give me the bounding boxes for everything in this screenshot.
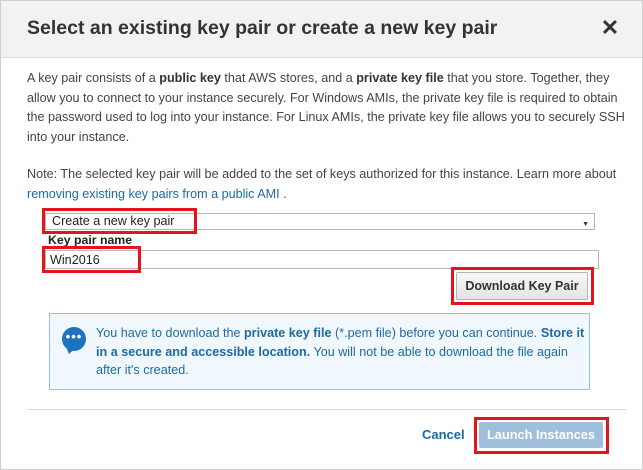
close-icon[interactable]: ✕	[599, 17, 621, 39]
info-message: You have to download the private key fil…	[96, 326, 585, 377]
selected-option: Create a new key pair	[52, 214, 175, 228]
footer-divider	[27, 409, 627, 410]
key-pair-name-input[interactable]	[45, 250, 599, 269]
cancel-button[interactable]: Cancel	[422, 427, 465, 442]
key-pair-dialog: Select an existing key pair or create a …	[0, 0, 643, 470]
launch-instances-button[interactable]: Launch Instances	[479, 422, 603, 448]
chat-bubble-icon: •••	[62, 327, 86, 351]
key-pair-name-label: Key pair name	[48, 233, 133, 247]
private-key-term: private key file	[356, 71, 444, 85]
download-key-pair-button[interactable]: Download Key Pair	[456, 272, 588, 300]
dialog-title: Select an existing key pair or create a …	[27, 17, 498, 39]
public-key-term: public key	[159, 71, 221, 85]
key-pair-option-select[interactable]: Create a new key pair ▼	[45, 213, 595, 230]
dropdown-arrow-icon: ▼	[582, 221, 589, 228]
dialog-header: Select an existing key pair or create a …	[1, 1, 642, 58]
note-text: Note: The selected key pair will be adde…	[27, 167, 617, 201]
info-alert: ••• You have to download the private key…	[49, 313, 590, 390]
remove-key-pairs-link[interactable]: removing existing key pairs from a publi…	[27, 187, 280, 201]
intro-text: A key pair consists of a public key that…	[27, 71, 625, 144]
